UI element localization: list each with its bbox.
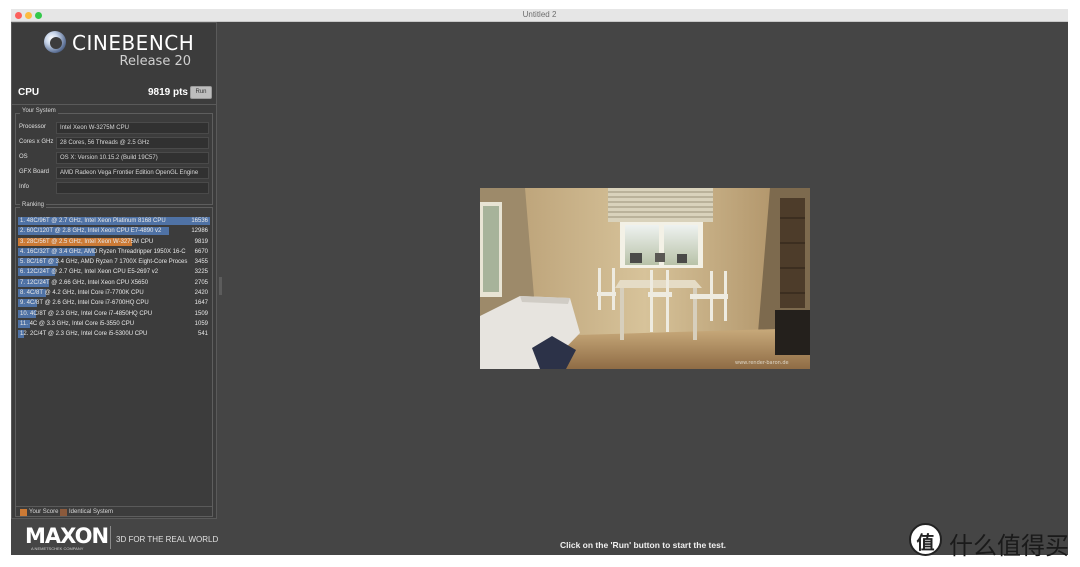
ranking-title: Ranking xyxy=(20,202,47,208)
logo-text: CINEBENCH xyxy=(72,31,195,55)
system-row-os: OS OS X: Version 10.15.2 (Build 19C57) xyxy=(19,152,209,164)
ranking-score: 1059 xyxy=(194,320,208,327)
system-label: Cores x GHz xyxy=(19,139,54,145)
your-score-label: Your Score xyxy=(29,509,59,515)
watermark-badge-text: 值 xyxy=(916,533,935,553)
system-row-cores: Cores x GHz 28 Cores, 56 Threads @ 2.5 G… xyxy=(19,137,209,149)
title-bar: Untitled 2 xyxy=(11,9,1068,22)
ranking-row[interactable]: 2. 60C/120T @ 2.8 GHz, Intel Xeon CPU E7… xyxy=(18,226,210,236)
ranking-row[interactable]: 5. 8C/16T @ 3.4 GHz, AMD Ryzen 7 1700X E… xyxy=(18,257,210,267)
maxon-subtitle: A NEMETSCHEK COMPANY xyxy=(31,546,84,551)
ranking-score: 3225 xyxy=(194,269,208,276)
ranking-label: 1. 48C/96T @ 2.7 GHz, Intel Xeon Platinu… xyxy=(20,218,166,224)
your-system-title: Your System xyxy=(20,108,58,114)
ranking-row[interactable]: 6. 12C/24T @ 2.7 GHz, Intel Xeon CPU E5-… xyxy=(18,267,210,277)
room-scene-illustration: www.render-baron.de xyxy=(480,188,810,369)
ranking-label: 2. 60C/120T @ 2.8 GHz, Intel Xeon CPU E7… xyxy=(20,228,162,235)
watermark-badge-icon: 值 xyxy=(909,523,942,556)
ranking-label: 9. 4C/8T @ 2.6 GHz, Intel Core i7-6700HQ… xyxy=(20,300,149,307)
system-value: 28 Cores, 56 Threads @ 2.5 GHz xyxy=(56,137,209,149)
sidebar-panel: CINEBENCH Release 20 CPU 9819 pts Run Yo… xyxy=(11,22,217,519)
system-value: AMD Radeon Vega Frontier Edition OpenGL … xyxy=(56,167,209,179)
ranking-row[interactable]: 9. 4C/8T @ 2.6 GHz, Intel Core i7-6700HQ… xyxy=(18,298,210,308)
ranking-list: 1. 48C/96T @ 2.7 GHz, Intel Xeon Platinu… xyxy=(18,216,210,340)
your-score-swatch xyxy=(20,509,27,516)
ranking-row[interactable]: 11. 4C @ 3.3 GHz, Intel Core i5-3550 CPU… xyxy=(18,319,210,329)
ranking-score: 9819 xyxy=(194,238,208,245)
legend-divider xyxy=(16,506,212,507)
ranking-row[interactable]: 8. 4C/8T @ 4.2 GHz, Intel Core i7-7700K … xyxy=(18,288,210,298)
ranking-label: 6. 12C/24T @ 2.7 GHz, Intel Xeon CPU E5-… xyxy=(20,269,159,276)
system-label: Info xyxy=(19,184,30,190)
release-label: Release 20 xyxy=(119,54,191,69)
system-value: OS X: Version 10.15.2 (Build 19C57) xyxy=(56,152,209,164)
ranking-row[interactable]: 7. 12C/24T @ 2.66 GHz, Intel Xeon CPU X5… xyxy=(18,278,210,288)
panel-resize-handle[interactable] xyxy=(219,277,222,295)
system-value: Intel Xeon W-3275M CPU xyxy=(56,122,209,134)
ranking-label: 12. 2C/4T @ 2.3 GHz, Intel Core i5-5300U… xyxy=(20,331,148,338)
system-label: OS xyxy=(19,154,28,160)
identical-system-label: Identical System xyxy=(69,509,114,515)
system-row-gfx: GFX Board AMD Radeon Vega Frontier Editi… xyxy=(19,167,209,179)
cinebench-window: Untitled 2 CINEBENCH Release 20 CPU 9819… xyxy=(11,9,1068,555)
ranking-score: 16536 xyxy=(191,218,208,224)
cinebench-sphere-icon xyxy=(44,31,66,53)
ranking-row[interactable]: 10. 4C/8T @ 2.3 GHz, Intel Core i7-4850H… xyxy=(18,309,210,319)
ranking-score: 1647 xyxy=(194,300,208,307)
ranking-score: 2705 xyxy=(194,279,208,286)
ranking-score: 541 xyxy=(197,331,208,338)
identical-system-swatch xyxy=(60,509,67,516)
ranking-label: 5. 8C/16T @ 3.4 GHz, AMD Ryzen 7 1700X E… xyxy=(20,259,188,266)
brand-divider xyxy=(110,526,111,549)
window-title: Untitled 2 xyxy=(522,10,557,19)
ranking-row[interactable]: 4. 16C/32T @ 3.4 GHz, AMD Ryzen Threadri… xyxy=(18,247,210,257)
system-label: GFX Board xyxy=(19,169,50,175)
system-label: Processor xyxy=(19,124,47,130)
ranking-score: 6670 xyxy=(194,248,208,255)
system-row-info: Info xyxy=(19,182,209,194)
info-field[interactable] xyxy=(56,182,209,194)
brand-tagline: 3D FOR THE REAL WORLD xyxy=(116,535,219,544)
ranking-score: 1509 xyxy=(194,310,208,317)
system-row-processor: Processor Intel Xeon W-3275M CPU xyxy=(19,122,209,134)
ranking-label: 11. 4C @ 3.3 GHz, Intel Core i5-3550 CPU xyxy=(20,320,135,327)
ranking-label: 8. 4C/8T @ 4.2 GHz, Intel Core i7-7700K … xyxy=(20,290,144,297)
ranking-label: 10. 4C/8T @ 2.3 GHz, Intel Core i7-4850H… xyxy=(20,310,153,317)
cinebench-logo: CINEBENCH Release 20 xyxy=(44,31,194,71)
status-message: Click on the 'Run' button to start the t… xyxy=(560,540,727,550)
ranking-row[interactable]: 1. 48C/96T @ 2.7 GHz, Intel Xeon Platinu… xyxy=(18,216,210,226)
ranking-row[interactable]: 12. 2C/4T @ 2.3 GHz, Intel Core i5-5300U… xyxy=(18,329,210,339)
ranking-label: 4. 16C/32T @ 3.4 GHz, AMD Ryzen Threadri… xyxy=(20,248,186,255)
ranking-row[interactable]: 3. 28C/56T @ 2.5 GHz, Intel Xeon W-3275M… xyxy=(18,237,210,247)
ranking-group: Ranking 1. 48C/96T @ 2.7 GHz, Intel Xeon… xyxy=(15,202,213,517)
ranking-score: 2420 xyxy=(194,290,208,297)
render-preview-image: www.render-baron.de xyxy=(480,188,810,369)
watermark-text: 什么值得买 xyxy=(949,532,1069,560)
maxon-branding: MAXON A NEMETSCHEK COMPANY 3D FOR THE RE… xyxy=(25,524,225,552)
your-system-group: Your System Processor Intel Xeon W-3275M… xyxy=(15,108,213,205)
ranking-score: 12986 xyxy=(191,228,208,235)
maxon-logo: MAXON xyxy=(25,524,109,548)
svg-text:www.render-baron.de: www.render-baron.de xyxy=(735,360,789,366)
run-button[interactable]: Run xyxy=(190,86,212,99)
cpu-score: 9819 pts xyxy=(147,87,188,98)
cpu-benchmark-row: CPU 9819 pts Run xyxy=(12,83,216,105)
ranking-label: 7. 12C/24T @ 2.66 GHz, Intel Xeon CPU X5… xyxy=(20,279,149,286)
ranking-score: 3455 xyxy=(194,259,208,266)
cpu-label: CPU xyxy=(18,87,40,98)
site-watermark: 值 什么值得买 xyxy=(909,523,1074,560)
ranking-label: 3. 28C/56T @ 2.5 GHz, Intel Xeon W-3275M… xyxy=(20,238,154,245)
